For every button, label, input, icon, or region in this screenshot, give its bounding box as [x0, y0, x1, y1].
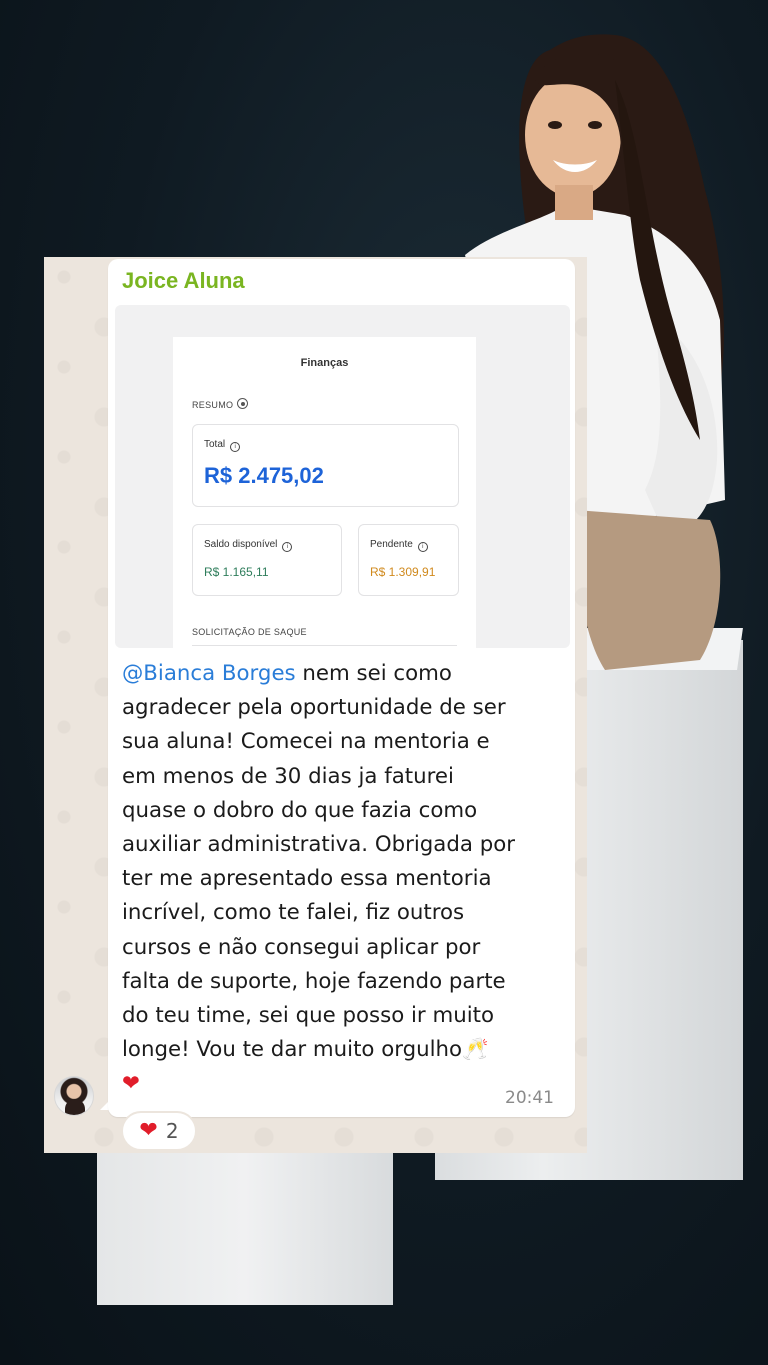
total-label-text: Total	[204, 439, 226, 450]
message-text[interactable]: @Bianca Borges nem sei como agradecer pel…	[122, 657, 567, 1102]
finance-screenshot-image[interactable]: Finanças RESUMO Total i R$ 2.475,02 Saldo…	[115, 305, 570, 648]
mention-link[interactable]: @Bianca Borges	[122, 661, 296, 686]
pendente-card: Pendente i R$ 1.309,91	[358, 524, 459, 596]
message-line: sua aluna! Comecei na mentoria e	[122, 729, 490, 755]
finance-title: Finanças	[300, 357, 349, 369]
message-line: cursos e não consegui aplicar por	[122, 934, 481, 960]
message-line: ter me apresentado essa mentoria	[122, 866, 492, 892]
saldo-value: R$ 1.165,11	[204, 565, 269, 579]
pendente-value: R$ 1.309,91	[370, 565, 436, 579]
total-card: Total i R$ 2.475,02	[192, 424, 459, 507]
info-icon: i	[282, 542, 293, 552]
saque-divider	[192, 645, 457, 646]
message-line: nem sei como	[295, 661, 452, 686]
message-line: incrível, como te falei, fiz outros	[122, 900, 465, 926]
message-line: em menos de 30 dias ja faturei	[122, 763, 454, 789]
saldo-card: Saldo disponível i R$ 1.165,11	[192, 524, 342, 596]
message-line: longe! Vou te dar muito orgulho	[122, 1037, 463, 1063]
resumo-label: RESUMO	[192, 398, 249, 410]
total-value: R$ 2.475,02	[204, 463, 324, 488]
heart-icon: ❤	[122, 1071, 140, 1097]
message-line: agradecer pela oportunidade de ser	[122, 695, 506, 721]
champagne-icon: 🥂	[462, 1037, 489, 1063]
resumo-text: RESUMO	[192, 400, 234, 410]
info-icon: i	[230, 442, 241, 452]
white-pedestal-bottom	[97, 1150, 393, 1305]
avatar[interactable]	[54, 1076, 94, 1116]
saque-label: SOLICITAÇÃO DE SAQUE	[192, 627, 307, 637]
saldo-label-text: Saldo disponível	[204, 539, 278, 550]
sender-name[interactable]: Joice Aluna	[122, 268, 245, 294]
saldo-label: Saldo disponível i	[204, 539, 293, 552]
pendente-label-text: Pendente	[370, 539, 413, 550]
reaction-count: 2	[165, 1119, 179, 1143]
pendente-label: Pendente i	[370, 539, 428, 552]
message-line: falta de suporte, hoje fazendo parte	[122, 968, 506, 994]
reaction-pill[interactable]: ❤ 2	[121, 1111, 197, 1151]
message-line: do teu time, sei que posso ir muito	[122, 1003, 494, 1029]
message-line: auxiliar administrativa. Obrigada por	[122, 832, 516, 858]
message-time: 20:41	[505, 1088, 554, 1108]
message-line: quase o dobro do que fazia como	[122, 797, 478, 823]
total-label: Total i	[204, 439, 241, 452]
heart-reaction-icon: ❤	[139, 1118, 158, 1143]
finance-panel: Finanças RESUMO Total i R$ 2.475,02 Saldo…	[173, 337, 476, 648]
info-icon: i	[417, 542, 428, 552]
eye-icon	[237, 398, 249, 409]
